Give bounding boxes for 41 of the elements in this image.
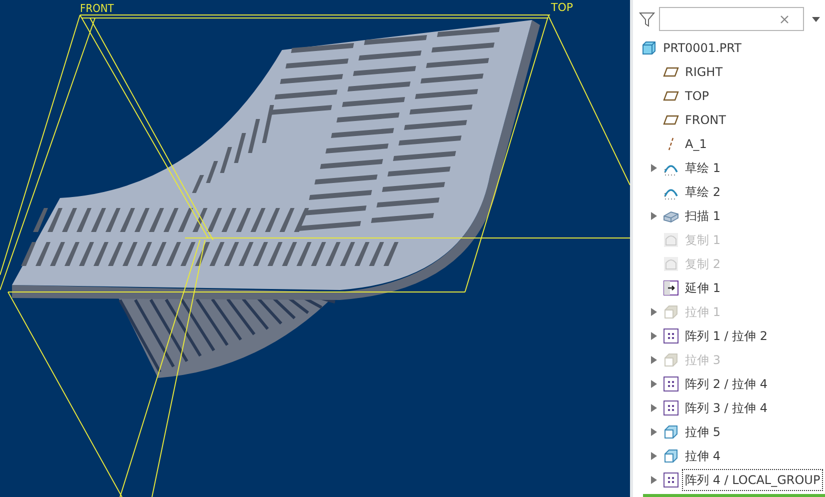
tree-item[interactable]: PRT0001.PRT — [661, 38, 744, 58]
tree-item[interactable]: 草绘 1 — [683, 158, 722, 178]
part-icon — [641, 40, 657, 56]
expand-arrow-icon[interactable] — [649, 163, 659, 173]
tree-item[interactable]: TOP — [683, 86, 712, 106]
extend-icon — [663, 280, 679, 296]
dropdown-caret-icon[interactable] — [812, 16, 820, 22]
pattern-icon — [663, 376, 679, 392]
extrude-icon — [663, 448, 679, 464]
expand-arrow-icon[interactable] — [649, 403, 659, 413]
tree-item[interactable]: A_1 — [683, 134, 709, 154]
tree-item[interactable]: RIGHT — [683, 62, 725, 82]
copy-icon — [663, 232, 679, 248]
plane-label: FRONT — [80, 2, 114, 15]
clear-icon[interactable] — [780, 14, 789, 24]
tree-item[interactable]: 阵列 1 / 拉伸 2 — [683, 326, 770, 346]
expand-arrow-icon[interactable] — [649, 379, 659, 389]
filter-icon[interactable] — [639, 11, 655, 27]
tree-item[interactable]: 拉伸 4 — [683, 446, 722, 466]
tree-item[interactable]: 阵列 4 / LOCAL_GROUP — [683, 470, 822, 490]
filter-field[interactable] — [659, 7, 804, 31]
tree-item[interactable]: 拉伸 5 — [683, 422, 722, 442]
tree-item[interactable]: 延伸 1 — [683, 278, 722, 298]
pattern-icon — [663, 400, 679, 416]
expand-arrow-icon[interactable] — [649, 475, 659, 485]
expand-arrow-icon[interactable] — [649, 427, 659, 437]
tree-item[interactable]: 扫描 1 — [683, 206, 722, 226]
tree-item[interactable]: FRONT — [683, 110, 728, 130]
extrude-icon — [663, 304, 679, 320]
tree-item[interactable]: 阵列 3 / 拉伸 4 — [683, 398, 770, 418]
copy-icon — [663, 256, 679, 272]
extrude-icon — [663, 424, 679, 440]
extrude-icon — [663, 352, 679, 368]
expand-arrow-icon[interactable] — [649, 451, 659, 461]
expand-arrow-icon[interactable] — [649, 331, 659, 341]
pattern-icon — [663, 328, 679, 344]
expand-arrow-icon[interactable] — [649, 211, 659, 221]
pattern-icon — [663, 472, 679, 488]
tree-item[interactable]: 阵列 2 / 拉伸 4 — [683, 374, 770, 394]
tree-item[interactable]: 草绘 2 — [683, 182, 722, 202]
plane-label: TOP — [551, 1, 574, 14]
